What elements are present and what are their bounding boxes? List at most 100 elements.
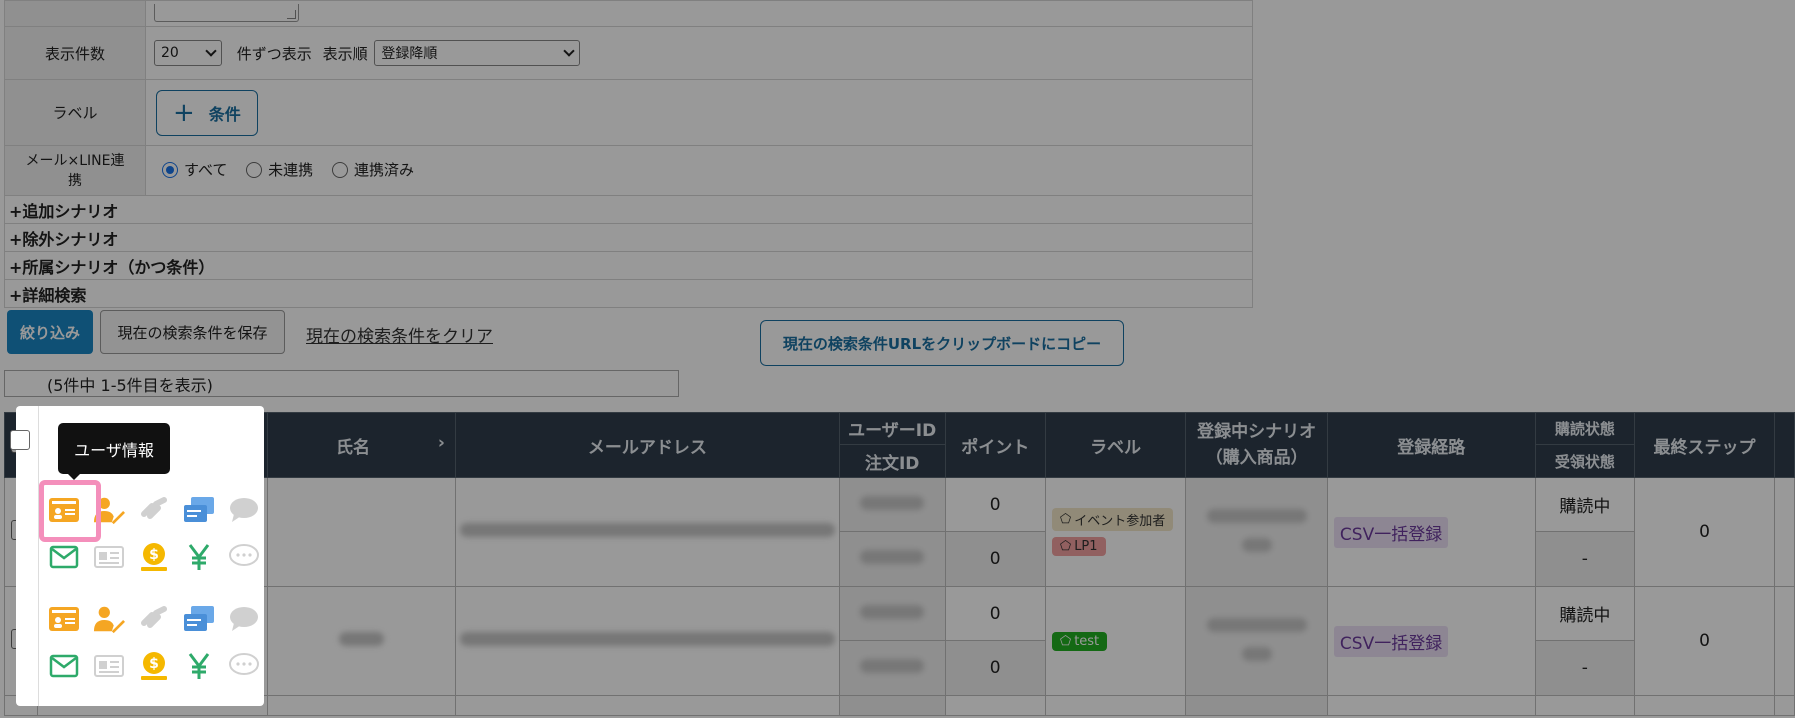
tag-icon: ⬠ [1059,539,1072,554]
filter-button[interactable]: 絞り込み [7,310,93,354]
highlight-ring [39,480,101,542]
subscription-status-cell: 購読中 [1534,586,1636,641]
user-edit-icon[interactable] [93,603,125,635]
label-badge[interactable]: ⬠ test [1051,631,1108,651]
point-cell: 0 [944,586,1046,641]
table-row [4,695,1795,716]
link-icon[interactable] [138,603,170,635]
scenario-header: 登録中シナリオ（購入商品） [1185,412,1328,478]
receipt-status-header: 受領状態 [1534,444,1636,478]
comment-icon[interactable] [228,650,260,682]
user-info-tooltip: ユーザ情報 [58,423,170,480]
expander-add-scenario[interactable]: +追加シナリオ [4,195,1253,224]
expander-advanced-search[interactable]: +詳細検索 [4,279,1253,308]
route-badge: CSV一括登録 [1333,516,1449,548]
radio-linked[interactable]: 連携済み [331,159,414,180]
name-cell [267,586,456,696]
subscription-status-header: 購読状態 [1534,412,1636,445]
chat-icon[interactable] [228,603,260,635]
svg-text:$: $ [149,656,159,672]
table-row: 0 ⬠ test CSV一括登録 購読中 0 [4,586,1795,696]
label-badge[interactable]: ⬠ イベント参加者 [1051,508,1174,531]
receipt-status-cell: - [1534,531,1636,587]
link-icon[interactable] [138,494,170,526]
row2-actions-bottom: $ [48,650,260,682]
email-cell [454,477,840,587]
mail-line-link-label: メール×LINE連携 [4,145,146,196]
newsletter-icon[interactable] [93,541,125,573]
label-cell: ⬠ イベント参加者 ⬠ LP1 [1044,477,1187,587]
route-cell: CSV一括登録 [1326,586,1536,696]
row2-actions-top [48,603,260,635]
email-blurred [459,632,835,646]
last-step-cell: 0 [1634,586,1776,696]
order-id-cell [838,640,946,696]
sort-label: 表示順 [322,44,368,63]
point-cell: 0 [944,531,1046,587]
email-blurred [459,523,835,537]
select-all-checkbox-highlighted[interactable] [10,430,30,450]
chevron-right-icon: › [437,432,445,453]
label-badge[interactable]: ⬠ LP1 [1051,537,1106,556]
last-step-header: 最終ステップ [1634,412,1776,478]
memo-textarea[interactable] [154,3,299,22]
per-page-text: 件ずつ表示 [236,44,312,63]
mail-icon[interactable] [48,650,80,682]
user-id-header: ユーザーID [838,412,946,445]
order-id-header: 注文ID [838,444,946,478]
label-row-label: ラベル [4,79,146,146]
name-header[interactable]: 氏名 › [267,412,456,478]
mail-icon[interactable] [48,541,80,573]
email-cell [454,586,840,696]
scenario-cell [1185,586,1328,696]
display-count-select[interactable]: 20 [154,40,222,66]
name-blurred [339,632,384,646]
user-id-cell [838,477,946,532]
svg-text:$: $ [149,547,159,563]
user-card-icon[interactable] [48,603,80,635]
tag-icon: ⬠ [1059,633,1072,649]
user-id-cell [838,586,946,641]
radio-unlinked[interactable]: 未連携 [246,159,313,180]
chevron-down-icon [563,45,576,57]
table-row: 0 ⬠ イベント参加者 ⬠ LP1 CSV一括登録 購読中 0 [4,477,1795,587]
subscription-status-cell: 購読中 [1534,477,1636,532]
scenario-cell [1185,477,1328,587]
email-header: メールアドレス [454,412,840,478]
radio-all[interactable]: すべて [162,159,227,180]
label-header: ラベル [1044,412,1187,478]
order-id-cell [838,531,946,587]
coin-icon[interactable]: $ [138,541,170,573]
chat-icon[interactable] [228,494,260,526]
point-header: ポイント [944,412,1046,478]
result-count: (5件中 1-5件目を表示) [4,370,679,397]
cards-icon[interactable] [183,494,215,526]
coin-icon[interactable]: $ [138,650,170,682]
cards-icon[interactable] [183,603,215,635]
copy-url-button[interactable]: 現在の検索条件URLをクリップボードにコピー [760,320,1124,366]
route-badge: CSV一括登録 [1333,625,1449,657]
yen-icon[interactable] [183,650,215,682]
last-step-cell: 0 [1634,477,1776,587]
memo-label-cell [4,0,146,27]
point-cell: 0 [944,640,1046,696]
route-cell: CSV一括登録 [1326,477,1536,587]
display-count-label: 表示件数 [4,26,146,80]
search-form: 表示件数 20 件ずつ表示 表示順 登録降順 ラベル + 条件 メール×LINE… [4,0,1253,308]
receipt-status-cell: - [1534,640,1636,696]
name-cell [267,477,456,587]
plus-icon: + [173,97,195,128]
sort-order-select[interactable]: 登録降順 [374,40,581,66]
clear-conditions-link[interactable]: 現在の検索条件をクリア [306,322,493,347]
save-conditions-button[interactable]: 現在の検索条件を保存 [100,310,285,354]
comment-icon[interactable] [228,541,260,573]
yen-icon[interactable] [183,541,215,573]
point-cell: 0 [944,477,1046,532]
chevron-down-icon [205,45,217,57]
expander-exclude-scenario[interactable]: +除外シナリオ [4,223,1253,252]
tag-icon: ⬠ [1059,512,1072,527]
add-condition-button[interactable]: + 条件 [156,89,258,136]
label-cell: ⬠ test [1044,586,1187,696]
expander-belong-scenario[interactable]: +所属シナリオ（かつ条件） [4,251,1253,280]
newsletter-icon[interactable] [93,650,125,682]
